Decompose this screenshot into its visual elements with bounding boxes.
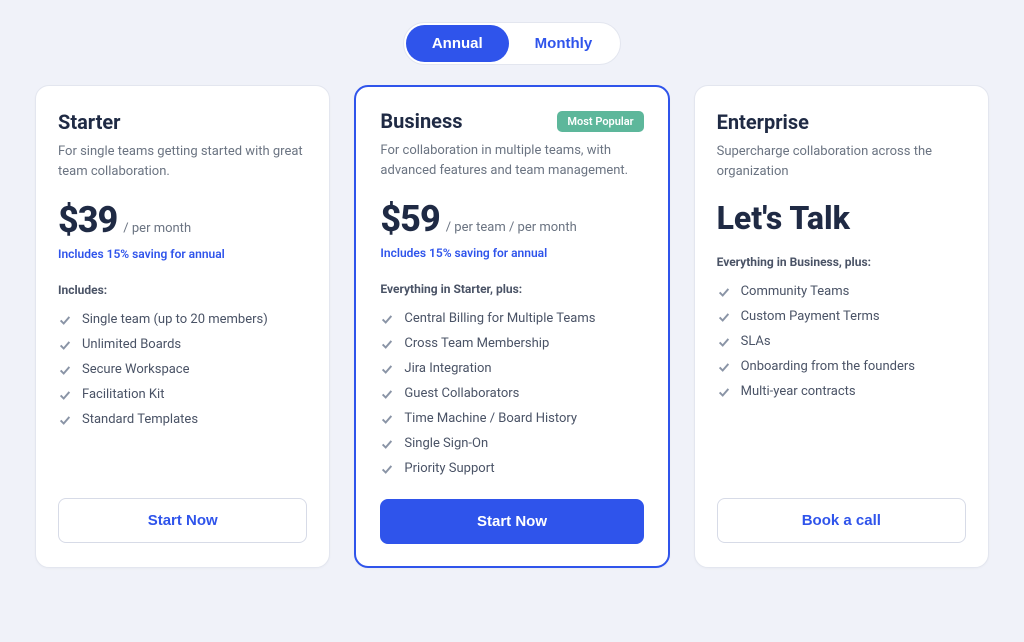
plan-card-enterprise: Enterprise Supercharge collaboration acr…	[694, 85, 989, 568]
feature-text: Standard Templates	[82, 412, 198, 427]
feature-item: Central Billing for Multiple Teams	[380, 306, 643, 331]
features-title: Includes:	[58, 283, 307, 297]
plan-head: Starter	[58, 110, 307, 134]
annual-toggle[interactable]: Annual	[406, 25, 509, 62]
plan-desc: For single teams getting started with gr…	[58, 142, 307, 181]
plan-card-starter: Starter For single teams getting started…	[35, 85, 330, 568]
plan-title: Starter	[58, 110, 121, 134]
feature-text: Multi-year contracts	[741, 384, 856, 399]
check-icon	[717, 385, 731, 399]
feature-text: SLAs	[741, 334, 771, 349]
plan-head: Business Most Popular	[380, 109, 643, 133]
plan-savings: Includes 15% saving for annual	[58, 247, 307, 261]
check-icon	[58, 363, 72, 377]
features-title: Everything in Starter, plus:	[380, 282, 643, 296]
check-icon	[717, 310, 731, 324]
start-now-button[interactable]: Start Now	[380, 499, 643, 544]
check-icon	[58, 413, 72, 427]
feature-text: Priority Support	[404, 461, 494, 476]
plan-price: $39	[58, 199, 117, 241]
feature-item: Priority Support	[380, 456, 643, 481]
feature-text: Custom Payment Terms	[741, 309, 880, 324]
price-row: $39 / per month	[58, 199, 307, 241]
monthly-toggle[interactable]: Monthly	[509, 25, 619, 62]
feature-text: Single team (up to 20 members)	[82, 312, 268, 327]
feature-item: Secure Workspace	[58, 357, 307, 382]
plan-title: Business	[380, 109, 462, 133]
feature-item: Single team (up to 20 members)	[58, 307, 307, 332]
feature-text: Community Teams	[741, 284, 850, 299]
billing-toggle: Annual Monthly	[35, 22, 989, 65]
feature-item: Community Teams	[717, 279, 966, 304]
plan-price-unit: / per month	[123, 221, 191, 236]
feature-text: Time Machine / Board History	[404, 411, 577, 426]
features-title: Everything in Business, plus:	[717, 255, 966, 269]
features-list: Community Teams Custom Payment Terms SLAs O…	[717, 279, 966, 404]
feature-item: Standard Templates	[58, 407, 307, 432]
check-icon	[58, 388, 72, 402]
pricing-cards: Starter For single teams getting started…	[35, 85, 989, 568]
feature-text: Guest Collaborators	[404, 386, 519, 401]
feature-text: Cross Team Membership	[404, 336, 549, 351]
check-icon	[717, 335, 731, 349]
feature-text: Onboarding from the founders	[741, 359, 915, 374]
feature-item: Single Sign-On	[380, 431, 643, 456]
check-icon	[380, 437, 394, 451]
feature-item: Cross Team Membership	[380, 331, 643, 356]
check-icon	[58, 338, 72, 352]
feature-item: Unlimited Boards	[58, 332, 307, 357]
plan-desc: Supercharge collaboration across the org…	[717, 142, 966, 181]
check-icon	[380, 462, 394, 476]
check-icon	[380, 337, 394, 351]
feature-item: Multi-year contracts	[717, 379, 966, 404]
lets-talk-text: Let's Talk	[717, 199, 966, 237]
book-a-call-button[interactable]: Book a call	[717, 498, 966, 543]
feature-text: Unlimited Boards	[82, 337, 181, 352]
feature-text: Secure Workspace	[82, 362, 190, 377]
plan-price-unit: / per team / per month	[446, 220, 577, 235]
feature-item: SLAs	[717, 329, 966, 354]
start-now-button[interactable]: Start Now	[58, 498, 307, 543]
check-icon	[380, 412, 394, 426]
feature-item: Onboarding from the founders	[717, 354, 966, 379]
feature-text: Jira Integration	[404, 361, 491, 376]
billing-toggle-group: Annual Monthly	[403, 22, 621, 65]
check-icon	[380, 362, 394, 376]
plan-head: Enterprise	[717, 110, 966, 134]
feature-text: Facilitation Kit	[82, 387, 164, 402]
check-icon	[717, 360, 731, 374]
check-icon	[717, 285, 731, 299]
plan-savings: Includes 15% saving for annual	[380, 246, 643, 260]
feature-item: Jira Integration	[380, 356, 643, 381]
check-icon	[380, 312, 394, 326]
plan-desc: For collaboration in multiple teams, wit…	[380, 141, 643, 180]
plan-card-business: Business Most Popular For collaboration …	[354, 85, 669, 568]
feature-text: Single Sign-On	[404, 436, 488, 451]
feature-item: Custom Payment Terms	[717, 304, 966, 329]
feature-item: Facilitation Kit	[58, 382, 307, 407]
feature-item: Guest Collaborators	[380, 381, 643, 406]
feature-text: Central Billing for Multiple Teams	[404, 311, 595, 326]
plan-price: $59	[380, 198, 439, 240]
price-row: $59 / per team / per month	[380, 198, 643, 240]
features-list: Single team (up to 20 members) Unlimited …	[58, 307, 307, 432]
check-icon	[380, 387, 394, 401]
check-icon	[58, 313, 72, 327]
features-list: Central Billing for Multiple Teams Cross …	[380, 306, 643, 481]
feature-item: Time Machine / Board History	[380, 406, 643, 431]
plan-title: Enterprise	[717, 110, 809, 134]
most-popular-badge: Most Popular	[557, 111, 643, 132]
